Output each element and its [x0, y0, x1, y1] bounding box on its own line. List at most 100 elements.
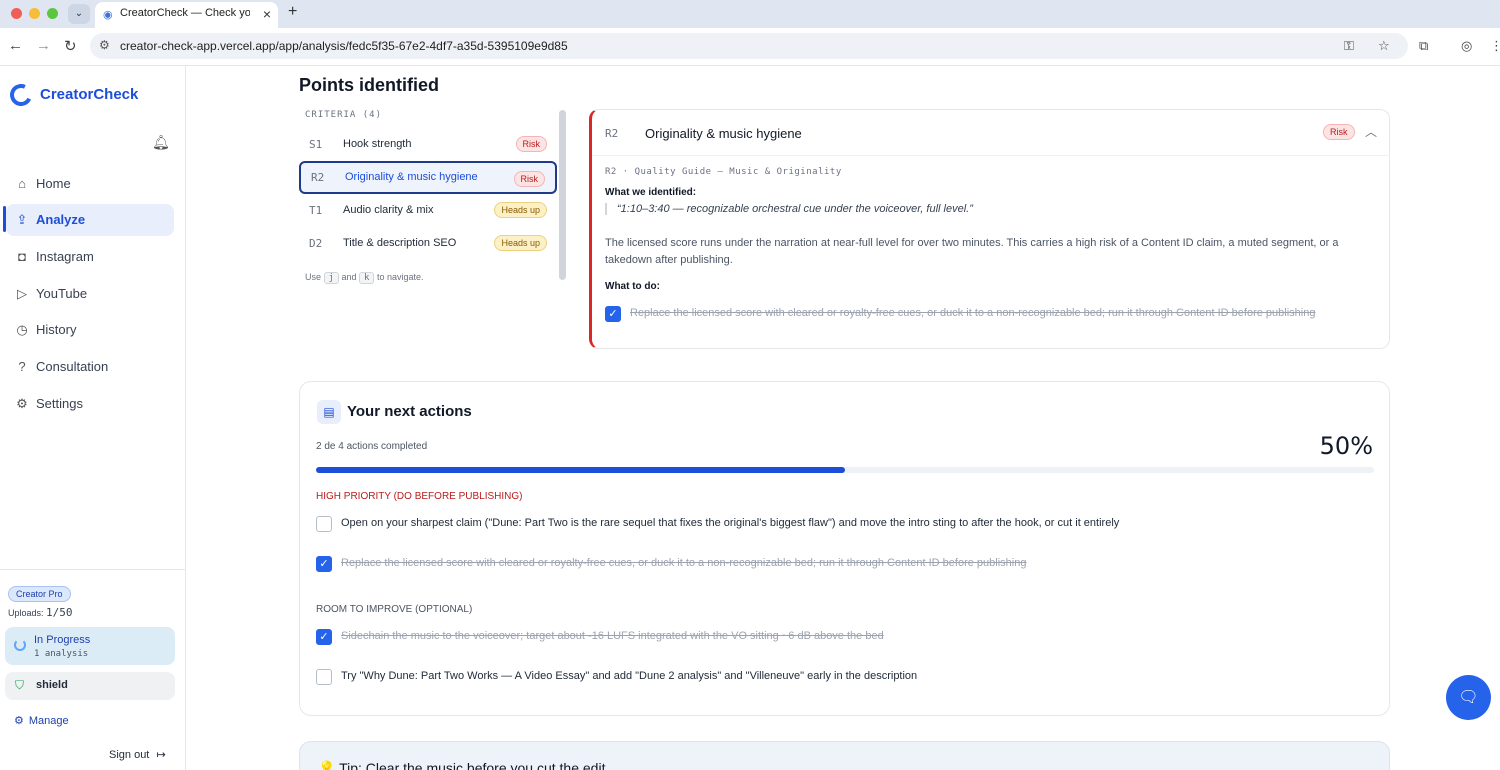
room-to-improve-heading: ROOM TO IMPROVE (OPTIONAL): [316, 604, 473, 615]
criterion-code: R2: [605, 127, 619, 140]
page-title: Points identified: [299, 75, 440, 95]
todo-action-text: Replace the licensed score with cleared …: [630, 307, 1316, 319]
identified-label: What we identified:: [605, 187, 697, 198]
sidebar-item-history[interactable]: ◷ History: [6, 314, 174, 346]
keyboard-hint: Use j and k to navigate.: [305, 272, 424, 284]
action-item[interactable]: ✓ Replace the licensed score with cleare…: [316, 554, 1376, 574]
status-badge: Heads up: [494, 235, 547, 251]
browser-tab[interactable]: ◉ CreatorCheck — Check your c ×: [95, 2, 278, 28]
new-tab-icon[interactable]: +: [288, 3, 297, 21]
actions-progress-fill: [316, 467, 845, 473]
criteria-item-t1[interactable]: T1 Audio clarity & mix Heads up: [299, 196, 557, 226]
home-icon: ⌂: [18, 176, 26, 191]
action-item[interactable]: Open on your sharpest claim ("Dune: Part…: [316, 514, 1376, 534]
browser-tab-bar: ⌄ ◉ CreatorCheck — Check your c × +: [0, 0, 1500, 28]
action-checkbox[interactable]: [316, 516, 332, 532]
history-icon: ◷: [16, 322, 28, 337]
sidebar-item-label: Instagram: [36, 249, 94, 264]
status-badge: Risk: [1323, 124, 1355, 140]
criteria-code: D2: [309, 237, 323, 250]
url-text[interactable]: creator-check-app.vercel.app/app/analysi…: [120, 39, 568, 53]
next-actions-card: ▤ Your next actions 2 de 4 actions compl…: [299, 381, 1390, 716]
hint-key: j: [323, 272, 339, 284]
criteria-item-d2[interactable]: D2 Title & description SEO Heads up: [299, 229, 557, 259]
shield-label: shield: [36, 679, 68, 691]
shield-check-icon: ⛉: [15, 678, 25, 692]
criterion-detail-card: R2 Originality & music hygiene Risk ︿ R2…: [589, 109, 1390, 349]
action-text: Open on your sharpest claim ("Dune: Part…: [341, 517, 1120, 529]
back-icon[interactable]: ←: [8, 37, 23, 54]
uploads-value: 1/50: [46, 606, 73, 619]
instagram-icon: ◘: [18, 249, 26, 264]
identified-quote: “1:10–3:40 — recognizable orchestral cue…: [605, 203, 973, 215]
bell-icon[interactable]: 🔔︎: [152, 134, 170, 151]
criteria-scrollbar[interactable]: [559, 110, 566, 280]
sidebar-item-settings[interactable]: ⚙ Settings: [6, 388, 174, 420]
action-text: Replace the licensed score with cleared …: [341, 557, 1027, 569]
help-icon: ?: [18, 359, 26, 374]
in-progress-title: In Progress: [34, 634, 91, 646]
site-info-icon[interactable]: ⚙: [99, 38, 110, 52]
hint-text: to navigate.: [376, 272, 424, 282]
criteria-item-s1[interactable]: S1 Hook strength Risk: [299, 130, 557, 160]
in-progress-card[interactable]: In Progress 1 analysis: [5, 627, 175, 665]
sidebar-item-label: Home: [36, 176, 71, 191]
star-icon[interactable]: ☆: [1378, 38, 1390, 54]
action-checkbox[interactable]: ✓: [605, 306, 621, 322]
creatorcheck-logo-icon: [6, 80, 36, 110]
reload-icon[interactable]: ↻: [64, 37, 77, 55]
sidebar-item-analyze[interactable]: ⇪ Analyze: [6, 204, 174, 236]
next-actions-title: Your next actions: [347, 403, 472, 420]
sidebar-item-consultation[interactable]: ? Consultation: [6, 351, 174, 383]
sidebar-item-youtube[interactable]: ▷ YouTube: [6, 278, 174, 310]
sidebar-item-label: YouTube: [36, 286, 88, 301]
action-text: Sidechain the music to the voiceover; ta…: [341, 630, 884, 642]
more-menu-icon[interactable]: ⋮: [1490, 38, 1500, 54]
sidebar-item-home[interactable]: ⌂ Home: [6, 168, 174, 200]
criteria-item-r2[interactable]: R2 Originality & music hygiene Risk: [299, 161, 557, 194]
tip-text: 💡 Tip: Clear the music before you cut th…: [318, 760, 606, 770]
criteria-code: R2: [311, 171, 325, 184]
criteria-code: T1: [309, 204, 323, 217]
action-item[interactable]: Try "Why Dune: Part Two Works — A Video …: [316, 667, 1376, 687]
maximize-window-button[interactable]: [47, 8, 58, 19]
brand-name[interactable]: CreatorCheck: [40, 86, 138, 103]
action-item[interactable]: ✓ Sidechain the music to the voiceover; …: [316, 627, 1376, 647]
extensions-icon[interactable]: ⧉: [1419, 38, 1428, 54]
uploads-label: Uploads:: [8, 608, 44, 618]
criteria-code: S1: [309, 138, 323, 151]
criteria-name: Originality & music hygiene: [345, 171, 478, 183]
shield-card[interactable]: ⛉ shield: [5, 672, 175, 700]
action-checkbox[interactable]: [316, 669, 332, 685]
forward-icon[interactable]: →: [36, 37, 51, 54]
close-window-button[interactable]: [11, 8, 22, 19]
active-indicator: [3, 206, 6, 232]
sidebar: CreatorCheck 🔔︎ ⌂ Home ⇪ Analyze ◘ Insta…: [0, 66, 186, 770]
criterion-detail-header[interactable]: R2 Originality & music hygiene Risk ︿: [592, 110, 1390, 156]
status-badge: Heads up: [494, 202, 547, 218]
identified-description: The licensed score runs under the narrat…: [605, 237, 1339, 266]
address-bar[interactable]: ⚙ creator-check-app.vercel.app/app/analy…: [90, 33, 1408, 59]
quality-guide-reference: R2 · Quality Guide — Music & Originality: [605, 167, 842, 177]
action-checkbox[interactable]: ✓: [316, 629, 332, 645]
action-checkbox[interactable]: ✓: [316, 556, 332, 572]
in-progress-count: 1 analysis: [34, 649, 89, 659]
actions-percent: 50%: [1319, 432, 1373, 460]
gear-icon: ⚙: [14, 715, 24, 727]
uploads-counter: Uploads: 1/50: [8, 606, 73, 619]
upload-icon: ⇪: [16, 212, 28, 227]
sign-out-button[interactable]: Sign out ↦: [109, 748, 166, 761]
tab-list-chevron-icon[interactable]: ⌄: [68, 4, 90, 24]
status-badge: Risk: [513, 171, 545, 187]
high-priority-heading: HIGH PRIORITY (DO BEFORE PUBLISHING): [316, 491, 523, 502]
chat-button[interactable]: 🗨︎: [1446, 675, 1491, 720]
minimize-window-button[interactable]: [29, 8, 40, 19]
profile-icon[interactable]: ◎: [1461, 38, 1472, 54]
sign-out-icon: ↦: [156, 749, 166, 761]
actions-count: 2 de 4 actions completed: [316, 441, 428, 452]
chevron-up-icon[interactable]: ︿: [1365, 123, 1377, 140]
manage-link[interactable]: ⚙ Manage: [14, 714, 69, 727]
key-icon[interactable]: ⚿: [1344, 38, 1354, 54]
sidebar-item-instagram[interactable]: ◘ Instagram: [6, 241, 174, 273]
close-tab-icon[interactable]: ×: [263, 6, 271, 22]
